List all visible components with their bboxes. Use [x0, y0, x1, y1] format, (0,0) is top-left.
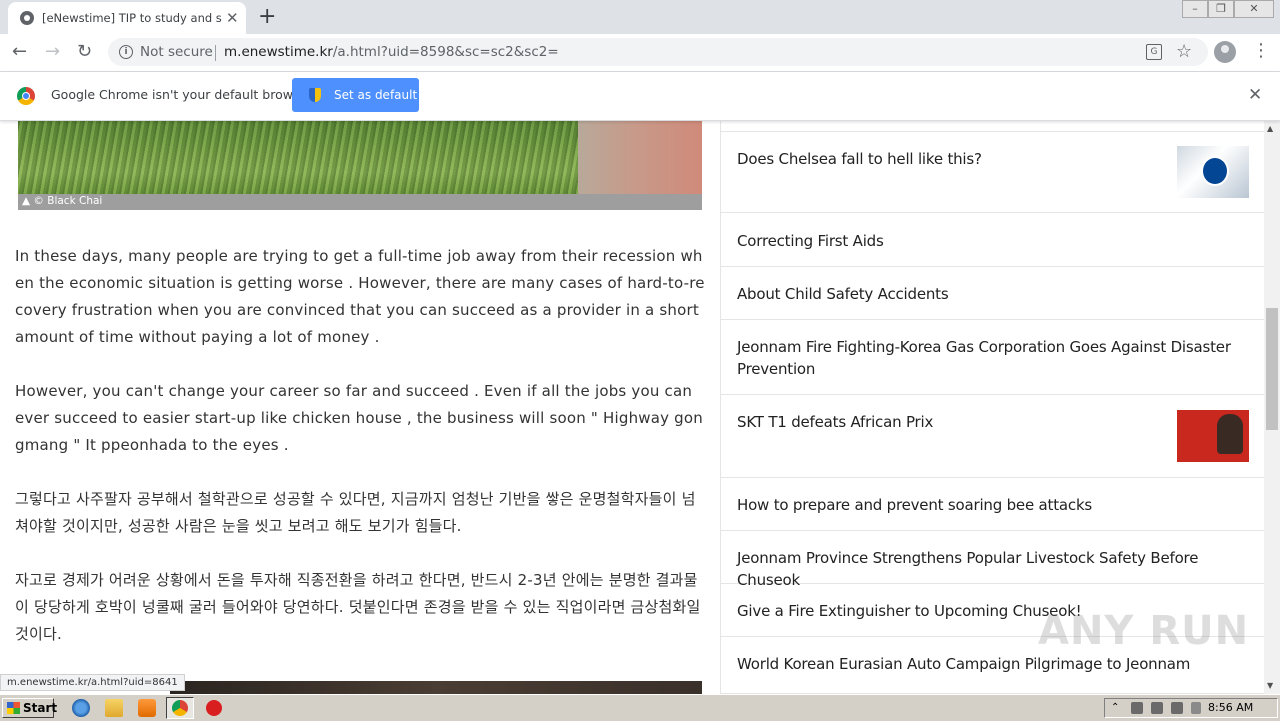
wild-card-thumbnail[interactable]	[1177, 410, 1249, 462]
scroll-thumb[interactable]	[1266, 308, 1278, 430]
related-news-title[interactable]: Jeonnam Fire Fighting-Korea Gas Corporat…	[737, 336, 1252, 380]
minimize-button[interactable]: –	[1182, 0, 1208, 18]
address-bar[interactable]: i Not secure m.enewstime.kr/a.html?uid=8…	[108, 38, 1208, 66]
page-scrollbar[interactable]: ▲ ▼	[1264, 121, 1280, 694]
volume-icon[interactable]	[1151, 702, 1163, 714]
network-icon[interactable]	[1131, 702, 1143, 714]
article-paragraph: 자고로 경제가 어려운 상황에서 돈을 투자해 직종전환을 하려고 한다면, 반…	[15, 571, 701, 643]
article-body: In these days, many people are trying to…	[15, 243, 705, 675]
photo-caption: ▲ © Black Chai	[22, 195, 103, 207]
system-tray: ⌃ 8:56 AM	[1104, 698, 1278, 718]
infobar-close-icon[interactable]: ✕	[1248, 85, 1262, 105]
related-news-item[interactable]: About Child Safety Accidents	[721, 267, 1264, 320]
second-article-photo	[170, 681, 702, 694]
flag-icon[interactable]	[1191, 702, 1201, 714]
url-text[interactable]: m.enewstime.kr/a.html?uid=8598&sc=sc2&sc…	[224, 44, 559, 60]
back-arrow-icon[interactable]: ←	[12, 41, 27, 63]
taskbar-clock[interactable]: 8:56 AM	[1208, 701, 1253, 714]
reload-icon[interactable]: ↻	[77, 41, 92, 63]
anyrun-watermark: ANY RUN	[1038, 608, 1250, 654]
start-label: Start	[23, 701, 58, 715]
article-paragraph: 그렇다고 사주팔자 공부해서 철학관으로 성공할 수 있다면, 지금까지 엄청난…	[15, 490, 696, 535]
related-news-title[interactable]: How to prepare and prevent soaring bee a…	[737, 494, 1252, 516]
related-news-title[interactable]: About Child Safety Accidents	[737, 283, 1252, 305]
set-as-default-label: Set as default	[334, 88, 418, 102]
wall-texture	[578, 121, 702, 194]
start-button[interactable]: Start	[2, 698, 58, 718]
browser-toolbar: ← → ↻ i Not secure m.enewstime.kr/a.html…	[0, 34, 1280, 72]
security-label[interactable]: Not secure	[140, 44, 213, 60]
device-icon[interactable]	[1171, 702, 1183, 714]
maximize-button[interactable]: ❐	[1208, 0, 1234, 18]
shield-icon	[309, 88, 321, 102]
chrome-icon	[172, 700, 188, 716]
link-status-bubble: m.enewstime.kr/a.html?uid=8641	[0, 674, 185, 691]
scroll-up-arrow-icon[interactable]: ▲	[1267, 124, 1273, 133]
internet-explorer-icon[interactable]	[72, 699, 90, 717]
chelsea-crest-thumbnail[interactable]	[1177, 146, 1249, 198]
related-news-item[interactable]: Does Chelsea fall to hell like this?	[721, 131, 1264, 213]
tab-title: [eNewstime] TIP to study and succeed	[42, 11, 222, 25]
tray-expand-icon[interactable]: ⌃	[1111, 702, 1123, 714]
article-photo	[18, 121, 702, 194]
tab-close-icon[interactable]: ✕	[226, 9, 239, 27]
divider	[215, 45, 216, 61]
windows-logo-icon	[7, 702, 20, 714]
close-window-button[interactable]: ✕	[1234, 0, 1274, 18]
forward-arrow-icon[interactable]: →	[45, 41, 60, 63]
article-paragraph: In these days, many people are trying to…	[15, 247, 705, 346]
related-news-title[interactable]: SKT T1 defeats African Prix	[737, 411, 1252, 433]
media-player-icon[interactable]	[138, 699, 156, 717]
chrome-logo-icon	[17, 87, 35, 105]
photo-caption-bar: ▲ © Black Chai	[18, 194, 702, 210]
default-browser-infobar: Google Chrome isn't your default browser…	[0, 72, 1280, 121]
scroll-down-arrow-icon[interactable]: ▼	[1267, 681, 1273, 690]
set-as-default-button[interactable]: Set as default	[292, 78, 419, 112]
related-news-item[interactable]: Jeonnam Fire Fighting-Korea Gas Corporat…	[721, 320, 1264, 395]
related-news-item[interactable]: How to prepare and prevent soaring bee a…	[721, 478, 1264, 531]
windows-taskbar: Start ⌃ 8:56 AM	[0, 694, 1280, 721]
stop-icon[interactable]	[206, 700, 222, 716]
url-host: m.enewstime.kr	[224, 44, 333, 60]
kebab-menu-icon[interactable]: ⋮	[1252, 40, 1270, 62]
related-news-item[interactable]: Jeonnam Province Strengthens Popular Liv…	[721, 531, 1264, 589]
browser-tab[interactable]: [eNewstime] TIP to study and succeed ✕	[8, 2, 246, 34]
new-tab-button[interactable]: +	[258, 4, 276, 30]
related-news-title[interactable]: World Korean Eurasian Auto Campaign Pilg…	[737, 653, 1252, 675]
infobar-message: Google Chrome isn't your default browser	[51, 87, 313, 102]
tab-strip: [eNewstime] TIP to study and succeed ✕ +…	[0, 0, 1280, 34]
info-icon[interactable]: i	[119, 45, 133, 59]
translate-icon[interactable]: G	[1146, 44, 1162, 60]
related-news-item[interactable]: SKT T1 defeats African Prix	[721, 395, 1264, 478]
url-path: /a.html?uid=8598&sc=sc2&sc2=	[332, 44, 559, 60]
article-paragraph: However, you can't change your career so…	[15, 382, 703, 454]
grass-texture	[18, 121, 578, 194]
folder-icon[interactable]	[105, 699, 123, 717]
bookmark-star-icon[interactable]: ☆	[1176, 41, 1192, 62]
related-news-title[interactable]: Does Chelsea fall to hell like this?	[737, 148, 1252, 170]
globe-icon	[20, 11, 34, 25]
profile-avatar-icon[interactable]	[1214, 41, 1236, 63]
related-news-item[interactable]: Correcting First Aids	[721, 212, 1264, 267]
related-news-title[interactable]: Correcting First Aids	[737, 230, 1252, 252]
